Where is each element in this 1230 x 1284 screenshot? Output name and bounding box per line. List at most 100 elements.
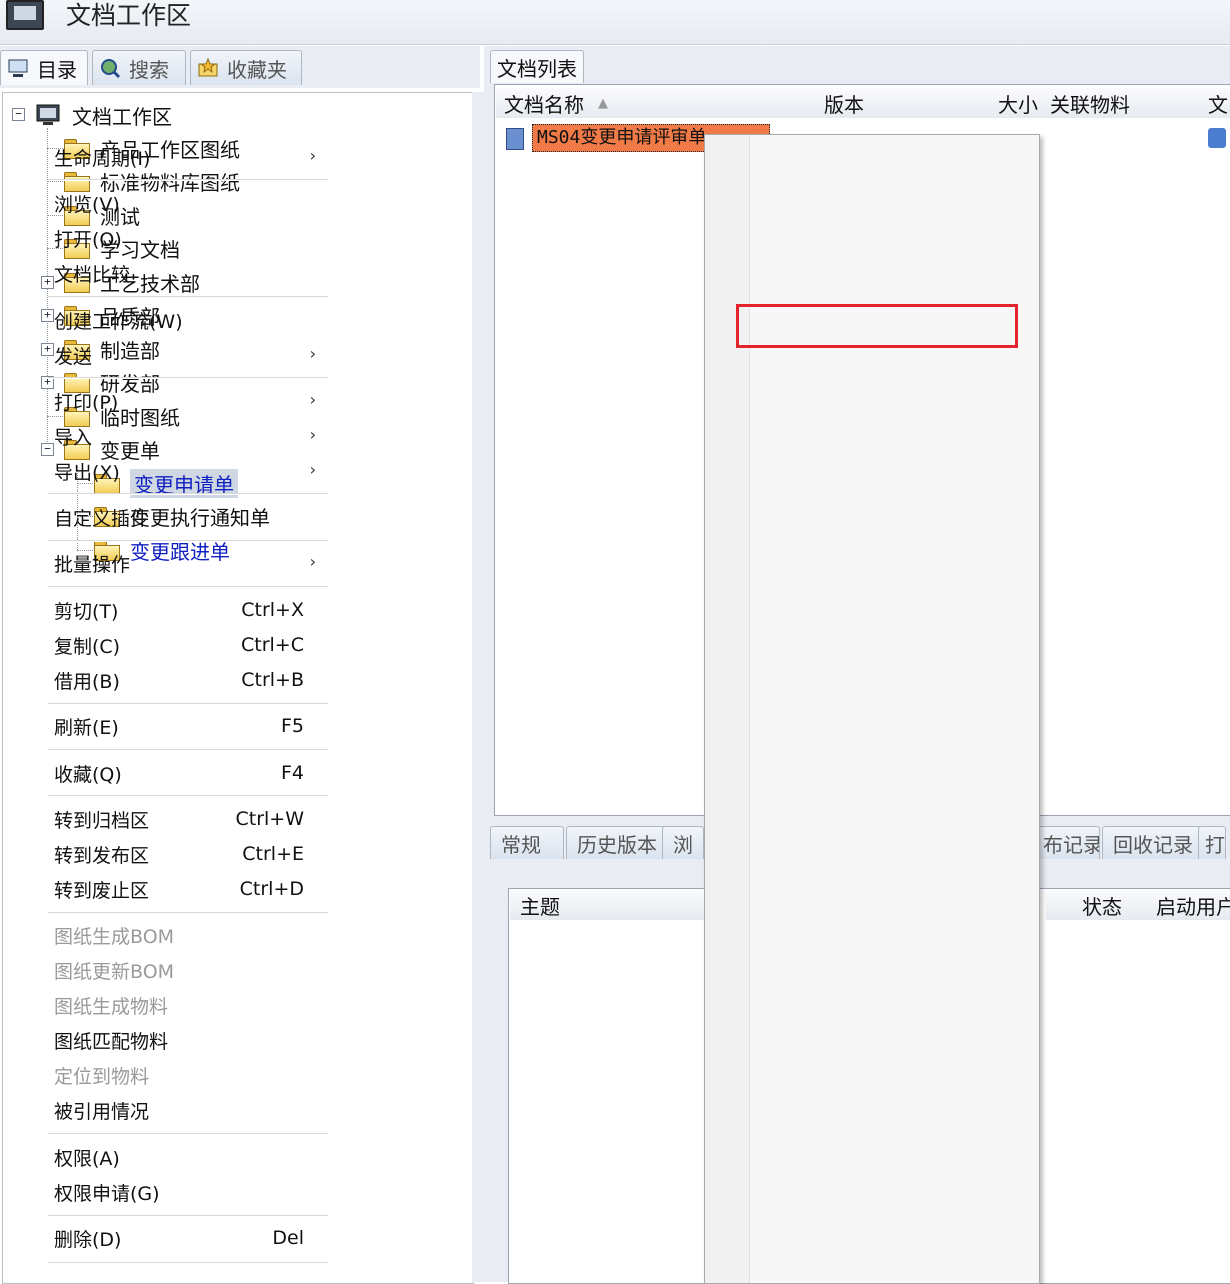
menu-item-drawing-update-bom: 图纸更新BOM xyxy=(54,953,324,987)
menu-item-label: 借用(B) xyxy=(54,670,120,693)
expand-toggle[interactable]: + xyxy=(41,309,54,322)
column-header-label: 文档名称 xyxy=(504,92,584,117)
column-header-label: 启动用户 xyxy=(1156,894,1230,919)
tree-root[interactable]: 文档工作区 xyxy=(36,100,172,130)
menu-shortcut: Ctrl+W xyxy=(235,808,304,830)
window-titlebar: 文档工作区 xyxy=(0,0,1230,45)
tab-document-list[interactable]: 文档列表 xyxy=(490,50,584,83)
column-header-version[interactable]: 版本 xyxy=(818,88,895,118)
menu-item-label: 转到归档区 xyxy=(54,809,150,832)
menu-separator xyxy=(48,377,328,379)
menu-shortcut: Ctrl+D xyxy=(239,878,304,900)
column-header-label: 关联物料 xyxy=(1050,92,1130,117)
menu-separator xyxy=(48,493,328,495)
column-header-size[interactable]: 大小 xyxy=(894,88,1043,118)
menu-item-permission[interactable]: 权限(A) xyxy=(54,1140,324,1174)
menu-shortcut: Ctrl+C xyxy=(241,634,304,656)
menu-separator xyxy=(48,1133,328,1135)
tab-browse[interactable]: 浏 xyxy=(662,826,704,859)
tab-publish-record[interactable]: 布记录 xyxy=(1036,826,1100,859)
tab-history-version[interactable]: 历史版本 xyxy=(566,826,674,859)
column-header-status[interactable]: 状态 xyxy=(1046,890,1149,920)
menu-item-to-archive[interactable]: 转到归档区 Ctrl+W xyxy=(54,802,324,836)
tab-search-label: 搜索 xyxy=(129,57,169,82)
menu-separator xyxy=(48,749,328,751)
menu-item-print[interactable]: 打印(P) › xyxy=(54,384,324,418)
favorites-folder-icon xyxy=(198,57,218,77)
menu-item-label: 删除(D) xyxy=(54,1228,122,1251)
menu-item-label: 被引用情况 xyxy=(54,1100,150,1123)
menu-item-label: 自定义插件 xyxy=(54,507,150,530)
menu-shortcut: Ctrl+B xyxy=(241,669,304,691)
menu-item-lifecycle[interactable]: 生命周期(I) › xyxy=(54,140,324,174)
menu-item-label: 生命周期(I) xyxy=(54,147,151,170)
menu-item-label: 批量操作 xyxy=(54,553,131,576)
menu-shortcut: Ctrl+X xyxy=(241,599,304,621)
document-type-icon xyxy=(1208,128,1226,148)
menu-item-label: 转到发布区 xyxy=(54,844,150,867)
menu-shortcut: Ctrl+E xyxy=(242,843,304,865)
menu-item-label: 图纸生成BOM xyxy=(54,925,175,948)
menu-item-create-workflow[interactable]: 创建工作流(W) xyxy=(54,303,324,337)
annotation-highlight-box xyxy=(736,304,1018,348)
menu-separator xyxy=(48,912,328,914)
menu-item-to-publish[interactable]: 转到发布区 Ctrl+E xyxy=(54,837,324,871)
column-header-label: 文 xyxy=(1208,92,1228,117)
menu-separator xyxy=(48,1215,328,1217)
column-header-material[interactable]: 关联物料 xyxy=(1042,88,1207,118)
menu-item-borrow[interactable]: 借用(B) Ctrl+B xyxy=(54,663,324,697)
tab-search[interactable]: 搜索 xyxy=(92,50,186,85)
collapse-toggle[interactable]: − xyxy=(12,108,25,121)
column-header-start-user[interactable]: 启动用户 xyxy=(1146,890,1230,920)
submenu-arrow-icon: › xyxy=(309,390,316,409)
tree-root-label: 文档工作区 xyxy=(72,104,172,129)
menu-item-copy[interactable]: 复制(C) Ctrl+C xyxy=(54,628,324,662)
menu-item-drawing-match-material[interactable]: 图纸匹配物料 xyxy=(54,1023,324,1057)
menu-item-delete[interactable]: 删除(D) Del xyxy=(54,1221,324,1255)
tree-line xyxy=(47,181,63,182)
menu-item-favorite[interactable]: 收藏(Q) F4 xyxy=(54,756,324,790)
menu-item-refresh[interactable]: 刷新(E) F5 xyxy=(54,709,324,743)
tab-favorites[interactable]: 收藏夹 xyxy=(190,50,302,85)
column-header-doc[interactable]: 文 xyxy=(1200,88,1230,118)
menu-item-custom-plugin[interactable]: 自定义插件 xyxy=(54,500,324,534)
menu-item-label: 权限(A) xyxy=(54,1147,120,1170)
menu-item-referenced-by[interactable]: 被引用情况 xyxy=(54,1093,324,1127)
menu-item-to-obsolete[interactable]: 转到废止区 Ctrl+D xyxy=(54,872,324,906)
menu-item-open[interactable]: 打开(O) xyxy=(54,221,324,255)
submenu-arrow-icon: › xyxy=(309,146,316,165)
menu-item-compare[interactable]: 文档比较 xyxy=(54,256,324,290)
menu-separator xyxy=(48,296,328,298)
menu-item-export[interactable]: 导出(X) › xyxy=(54,454,324,488)
menu-item-label: 复制(C) xyxy=(54,635,121,658)
panel-splitter[interactable] xyxy=(472,92,484,1282)
submenu-arrow-icon: › xyxy=(309,425,316,444)
menu-item-label: 打开(O) xyxy=(54,228,122,251)
menu-separator xyxy=(48,179,328,181)
menu-item-permission-request[interactable]: 权限申请(G) xyxy=(54,1175,324,1209)
column-header-name[interactable]: 文档名称 ▲ xyxy=(496,88,819,118)
tab-recycle-record[interactable]: 回收记录 xyxy=(1102,826,1202,859)
collapse-toggle[interactable]: − xyxy=(41,443,54,456)
expand-toggle[interactable]: + xyxy=(41,343,54,356)
tab-general[interactable]: 常规 xyxy=(490,826,564,859)
column-header-subject[interactable]: 主题 xyxy=(510,890,717,920)
menu-item-import[interactable]: 导入 › xyxy=(54,419,324,453)
submenu-arrow-icon: › xyxy=(309,344,316,363)
menu-item-label: 刷新(E) xyxy=(54,716,119,739)
tree-line xyxy=(47,128,48,450)
menu-item-send[interactable]: 发送 › xyxy=(54,338,324,372)
menu-item-batch[interactable]: 批量操作 › xyxy=(54,546,324,580)
expand-toggle[interactable]: + xyxy=(41,276,54,289)
menu-item-label: 文档比较 xyxy=(54,263,131,286)
tab-print[interactable]: 打印 xyxy=(1198,826,1226,859)
submenu-arrow-icon: › xyxy=(309,552,316,571)
tab-catalog[interactable]: 目录 xyxy=(0,50,88,85)
tab-catalog-label: 目录 xyxy=(37,57,77,82)
menu-item-label: 权限申请(G) xyxy=(54,1182,160,1205)
window-title: 文档工作区 xyxy=(66,1,192,30)
menu-item-label: 打印(P) xyxy=(54,391,119,414)
menu-item-cut[interactable]: 剪切(T) Ctrl+X xyxy=(54,593,324,627)
menu-item-label: 图纸更新BOM xyxy=(54,960,175,983)
menu-item-browse[interactable]: 浏览(V) xyxy=(54,186,324,220)
